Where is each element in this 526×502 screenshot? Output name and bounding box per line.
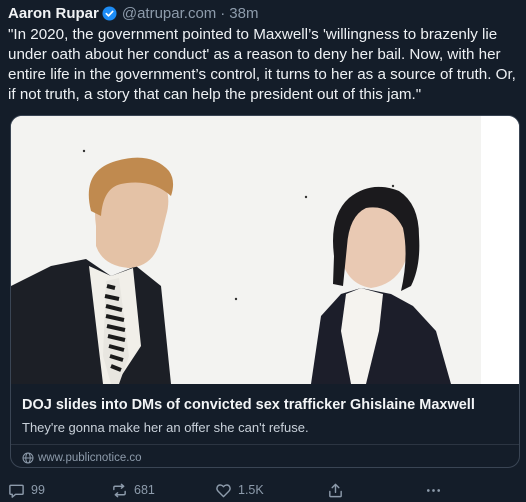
reply-icon bbox=[9, 484, 24, 498]
card-divider bbox=[11, 444, 519, 445]
card-description: They're gonna make her an offer she can'… bbox=[22, 420, 309, 435]
post-actions: 99 681 1.5K bbox=[0, 480, 526, 500]
card-url[interactable]: www.publicnotice.co bbox=[22, 450, 142, 466]
globe-icon bbox=[22, 452, 34, 464]
post-text: "In 2020, the government pointed to Maxw… bbox=[8, 26, 516, 103]
reply-button[interactable]: 99 bbox=[8, 480, 45, 500]
repost-icon bbox=[113, 483, 126, 497]
like-icon bbox=[216, 483, 231, 497]
card-photo bbox=[11, 116, 519, 384]
link-card[interactable]: DOJ slides into DMs of convicted sex tra… bbox=[10, 115, 520, 468]
repost-button[interactable]: 681 bbox=[111, 480, 155, 500]
header-separator: · bbox=[220, 4, 226, 22]
repost-count: 681 bbox=[134, 483, 155, 497]
post-header: Aaron Rupar @atrupar.com · 38m bbox=[8, 3, 258, 23]
share-button[interactable] bbox=[327, 480, 350, 500]
verified-badge-icon bbox=[102, 5, 117, 21]
card-url-text: www.publicnotice.co bbox=[38, 452, 142, 464]
reply-count: 99 bbox=[31, 483, 45, 497]
like-count: 1.5K bbox=[238, 483, 264, 497]
author-name[interactable]: Aaron Rupar bbox=[8, 5, 99, 22]
card-title[interactable]: DOJ slides into DMs of convicted sex tra… bbox=[22, 397, 512, 413]
more-options-button[interactable] bbox=[425, 480, 448, 500]
post-time[interactable]: 38m bbox=[229, 5, 258, 22]
author-handle[interactable]: @atrupar.com bbox=[122, 5, 216, 22]
share-icon bbox=[329, 483, 342, 497]
like-button[interactable]: 1.5K bbox=[215, 480, 264, 500]
more-icon bbox=[426, 488, 441, 492]
